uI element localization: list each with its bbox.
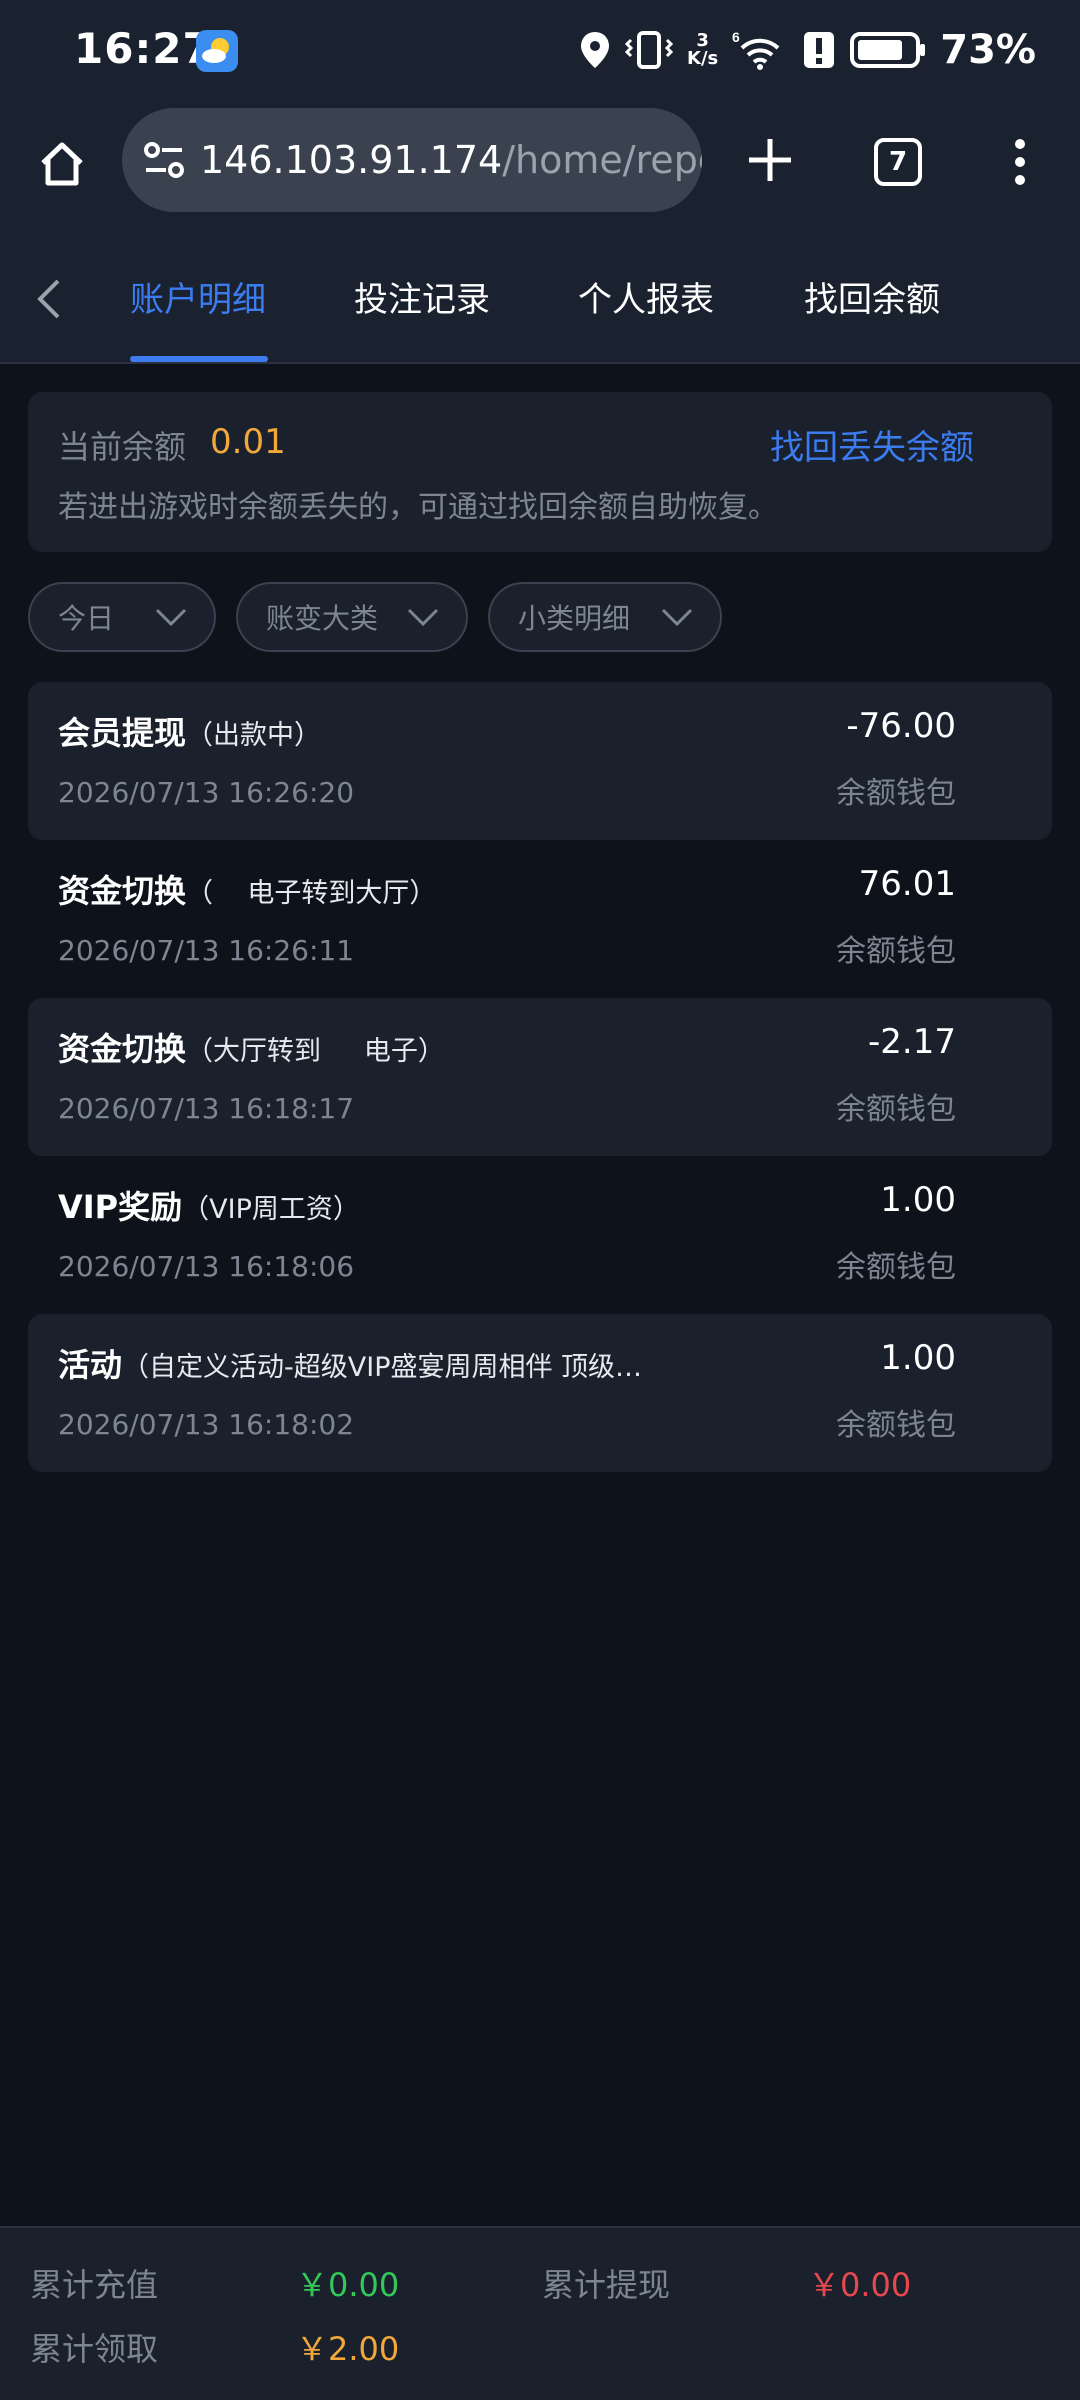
net-speed: 3 K/s bbox=[687, 32, 718, 68]
address-bar[interactable]: 146.103.91.174/home/repor bbox=[122, 108, 702, 212]
transaction-amount: 1.00 bbox=[880, 1180, 956, 1220]
status-bar: 16:27 3 K/s 6 73% bbox=[0, 0, 1080, 102]
new-tab-button[interactable] bbox=[736, 126, 804, 194]
chevron-down-icon bbox=[661, 608, 693, 627]
back-button[interactable] bbox=[24, 274, 74, 324]
subcategory-filter-label: 小类明细 bbox=[518, 602, 631, 635]
total-deposit-value: ￥0.00 bbox=[296, 2266, 400, 2304]
category-filter-label: 账变大类 bbox=[266, 602, 379, 635]
wifi-icon: 6 bbox=[732, 28, 788, 72]
recover-lost-balance-link[interactable]: 找回丢失余额 bbox=[770, 420, 974, 469]
url-host: 146.103.91.174 bbox=[200, 138, 503, 182]
transaction-row[interactable]: 会员提现（出款中） 2026/07/13 16:26:20 -76.00 余额钱… bbox=[28, 682, 1052, 840]
date-filter-dropdown[interactable]: 今日 bbox=[28, 582, 216, 652]
transaction-detail: （大厅转到 电子） bbox=[186, 1036, 445, 1067]
transaction-row[interactable]: 资金切换（ 电子转到大厅） 2026/07/13 16:26:11 76.01 … bbox=[28, 840, 1052, 998]
transaction-amount: -76.00 bbox=[846, 706, 956, 746]
chevron-down-icon bbox=[407, 608, 439, 627]
transaction-time: 2026/07/13 16:18:06 bbox=[58, 1250, 355, 1283]
transaction-wallet: 余额钱包 bbox=[836, 1408, 956, 1443]
transaction-time: 2026/07/13 16:26:11 bbox=[58, 934, 355, 967]
transaction-detail: （出款中） bbox=[186, 720, 322, 751]
transaction-type: 活动 bbox=[58, 1346, 123, 1384]
tab-personal-report[interactable]: 个人报表 bbox=[578, 272, 714, 321]
total-claimed-label: 累计领取 bbox=[30, 2330, 159, 2368]
transaction-time: 2026/07/13 16:26:20 bbox=[58, 776, 355, 809]
battery-percent: 73% bbox=[940, 27, 1036, 73]
url-path: /home/repor bbox=[502, 138, 702, 182]
svg-text:6: 6 bbox=[732, 29, 740, 45]
net-speed-unit: K/s bbox=[687, 48, 719, 69]
home-icon bbox=[41, 142, 83, 186]
chevron-left-icon bbox=[37, 279, 60, 319]
balance-hint: 若进出游戏时余额丢失的，可通过找回余额自助恢复。 bbox=[58, 490, 778, 525]
home-button[interactable] bbox=[30, 132, 94, 196]
tab-recover-balance[interactable]: 找回余额 bbox=[804, 272, 940, 321]
transaction-type: 资金切换 bbox=[58, 872, 187, 910]
transaction-row[interactable]: VIP奖励（VIP周工资） 2026/07/13 16:18:06 1.00 余… bbox=[28, 1156, 1052, 1314]
transaction-row[interactable]: 资金切换（大厅转到 电子） 2026/07/13 16:18:17 -2.17 … bbox=[28, 998, 1052, 1156]
more-vertical-icon bbox=[1015, 139, 1025, 185]
chevron-down-icon bbox=[155, 608, 187, 627]
tab-bet-records[interactable]: 投注记录 bbox=[354, 272, 490, 321]
transaction-amount: 76.01 bbox=[858, 864, 956, 904]
total-withdraw-value: ￥0.00 bbox=[808, 2266, 912, 2304]
location-icon bbox=[579, 30, 611, 70]
transaction-row[interactable]: 活动（自定义活动-超级VIP盛宴周周相伴 顶级… 2026/07/13 16:1… bbox=[28, 1314, 1052, 1472]
transaction-time: 2026/07/13 16:18:17 bbox=[58, 1092, 355, 1125]
subcategory-filter-dropdown[interactable]: 小类明细 bbox=[488, 582, 722, 652]
transaction-amount: 1.00 bbox=[880, 1338, 956, 1378]
transaction-amount: -2.17 bbox=[868, 1022, 956, 1062]
browser-menu-button[interactable] bbox=[996, 128, 1044, 196]
tab-account-details[interactable]: 账户明细 bbox=[130, 272, 266, 321]
battery-icon bbox=[850, 30, 926, 70]
total-withdraw-label: 累计提现 bbox=[542, 2266, 671, 2304]
active-tab-indicator bbox=[130, 356, 268, 362]
category-filter-dropdown[interactable]: 账变大类 bbox=[236, 582, 468, 652]
site-settings-icon[interactable] bbox=[142, 134, 186, 186]
transaction-wallet: 余额钱包 bbox=[836, 1250, 956, 1285]
total-deposit-label: 累计充值 bbox=[30, 2266, 159, 2304]
balance-card: 当前余额 0.01 找回丢失余额 若进出游戏时余额丢失的，可通过找回余额自助恢复… bbox=[28, 392, 1052, 552]
transaction-wallet: 余额钱包 bbox=[836, 776, 956, 811]
browser-toolbar: 146.103.91.174/home/repor 7 bbox=[0, 102, 1080, 234]
transaction-wallet: 余额钱包 bbox=[836, 1092, 956, 1127]
transaction-time: 2026/07/13 16:18:02 bbox=[58, 1408, 355, 1441]
plus-icon bbox=[749, 139, 791, 181]
status-time: 16:27 bbox=[74, 24, 213, 73]
transaction-detail: （VIP周工资） bbox=[182, 1194, 360, 1225]
balance-value: 0.01 bbox=[210, 422, 286, 462]
transaction-type: VIP奖励 bbox=[58, 1188, 183, 1226]
transaction-type: 会员提现 bbox=[58, 714, 187, 752]
date-filter-label: 今日 bbox=[58, 602, 115, 635]
url-text[interactable]: 146.103.91.174/home/repor bbox=[200, 138, 702, 182]
alert-icon bbox=[802, 30, 836, 70]
transaction-detail: （自定义活动-超级VIP盛宴周周相伴 顶级… bbox=[122, 1352, 643, 1383]
transaction-detail: （ 电子转到大厅） bbox=[186, 878, 437, 909]
transaction-wallet: 余额钱包 bbox=[836, 934, 956, 969]
vibrate-icon bbox=[625, 30, 673, 70]
balance-label: 当前余额 bbox=[58, 428, 187, 466]
tab-switcher-button[interactable]: 7 bbox=[874, 138, 922, 186]
total-claimed-value: ￥2.00 bbox=[296, 2330, 400, 2368]
transaction-type: 资金切换 bbox=[58, 1030, 187, 1068]
weather-app-icon bbox=[196, 30, 238, 72]
summary-footer: 累计充值 ￥0.00 累计提现 ￥0.00 累计领取 ￥2.00 bbox=[0, 2226, 1080, 2400]
report-tab-bar: 账户明细 投注记录 个人报表 找回余额 bbox=[0, 234, 1080, 364]
